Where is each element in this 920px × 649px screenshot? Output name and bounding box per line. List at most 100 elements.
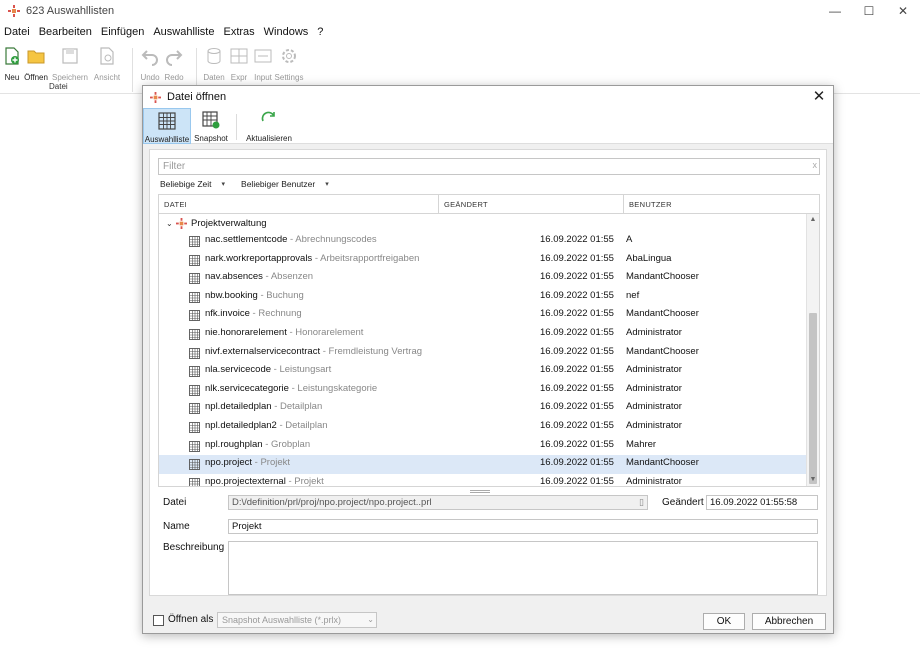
file-key: npo.project — [205, 457, 253, 469]
filter-clear-button[interactable]: x — [813, 160, 818, 170]
refresh-icon — [261, 111, 275, 122]
grid-icon — [189, 236, 200, 247]
dialog-close-button[interactable]: ✕ — [811, 89, 827, 105]
column-header-benutzer[interactable]: BENUTZER — [623, 195, 819, 214]
scroll-down-arrow[interactable]: ▼ — [807, 474, 819, 486]
beschreibung-field[interactable] — [228, 541, 818, 595]
open-as-select[interactable]: Snapshot Auswahlliste (*.prlx) ⌄ — [217, 612, 377, 628]
table-row[interactable]: nivf.externalservicecontract - Fremdleis… — [159, 344, 806, 363]
preview-button[interactable]: Ansicht — [94, 46, 120, 82]
file-name: npo.projectexternal - Projekt — [205, 476, 324, 486]
file-name: npo.project - Projekt — [205, 457, 290, 468]
menu-auswahlliste[interactable]: Auswahlliste — [153, 26, 214, 38]
datei-path-field[interactable]: D:\/definition/prl/proj/npo.project/npo.… — [228, 495, 648, 510]
app-titlebar: 623 Auswahllisten — ☐ ✕ — [0, 0, 920, 22]
minimize-button[interactable]: — — [818, 0, 852, 22]
menu-extras[interactable]: Extras — [223, 26, 254, 38]
column-header-geaendert[interactable]: GEÄNDERT — [438, 195, 623, 214]
time-filter-dropdown[interactable]: Beliebige Zeit ▾ — [160, 179, 225, 189]
grid-scrollbar[interactable]: ▲ ▼ — [806, 214, 819, 486]
splitter-handle[interactable] — [470, 490, 490, 493]
file-name: npl.detailedplan - Detailplan — [205, 401, 322, 412]
file-description: - Grobplan — [262, 438, 311, 450]
file-user: Administrator — [626, 401, 682, 413]
menu-datei[interactable]: Datei — [4, 26, 30, 38]
grid-icon — [189, 440, 200, 452]
user-filter-dropdown[interactable]: Beliebiger Benutzer ▾ — [241, 179, 329, 189]
file-name: nbw.booking - Buchung — [205, 290, 304, 301]
group-row-projektverwaltung[interactable]: ⌄ Projektverwaltung — [159, 214, 806, 232]
menu-help[interactable]: ? — [317, 26, 323, 38]
ok-button[interactable]: OK — [703, 613, 745, 630]
table-row[interactable]: nark.workreportapprovals - Arbeitsrappor… — [159, 251, 806, 270]
grid-icon — [189, 310, 200, 322]
chevron-down-icon: ⌄ — [367, 615, 374, 624]
ribbon-separator — [132, 48, 133, 92]
refresh-button[interactable]: Aktualisieren — [243, 108, 295, 144]
table-row[interactable]: nlk.servicecategorie - Leistungskategori… — [159, 381, 806, 400]
cancel-button[interactable]: Abbrechen — [752, 613, 826, 630]
save-button[interactable]: Speichern — [52, 46, 88, 82]
table-row[interactable]: nla.servicecode - Leistungsart 16.09.2022… — [159, 362, 806, 381]
name-field[interactable]: Projekt — [228, 519, 818, 534]
settings-button[interactable]: Settings — [275, 46, 303, 82]
file-modified: 16.09.2022 01:55 — [540, 345, 614, 357]
expression-icon — [230, 48, 248, 64]
file-modified: 16.09.2022 01:55 — [540, 234, 614, 245]
close-window-button[interactable]: ✕ — [886, 0, 920, 22]
table-row[interactable]: nie.honorarelement - Honorarelement 16.09… — [159, 325, 806, 344]
file-description: - Absenzen — [262, 271, 314, 283]
table-row[interactable]: nbw.booking - Buchung 16.09.2022 01:55 nef — [159, 288, 806, 307]
file-key: nac.settlementcode — [205, 234, 288, 245]
menu-bearbeiten[interactable]: Bearbeiten — [39, 26, 92, 38]
grid-icon — [189, 477, 200, 486]
file-modified: 16.09.2022 01:55 — [540, 252, 614, 264]
table-row[interactable]: npl.detailedplan - Detailplan 16.09.2022 … — [159, 399, 806, 418]
grid-icon — [189, 403, 200, 415]
tab-snapshot[interactable]: Snapshot — [192, 108, 230, 144]
file-modified: 16.09.2022 01:55 — [540, 327, 614, 338]
file-name: nie.honorarelement - Honorarelement — [205, 327, 363, 338]
table-row[interactable]: npl.detailedplan2 - Detailplan 16.09.2022… — [159, 418, 806, 437]
file-user: AbaLingua — [626, 252, 672, 264]
table-row[interactable]: npo.project - Projekt 16.09.2022 01:55 Man… — [159, 455, 806, 474]
file-description: - Detailplan — [276, 420, 328, 431]
menu-einfuegen[interactable]: Einfügen — [101, 26, 144, 38]
redo-button[interactable]: Redo — [162, 46, 186, 82]
open-as-checkbox[interactable] — [153, 615, 164, 626]
file-modified: 16.09.2022 01:55 — [540, 308, 614, 320]
file-description: - Fremdleistung Vertrag — [320, 345, 423, 357]
table-row[interactable]: nav.absences - Absenzen 16.09.2022 01:55 M… — [159, 269, 806, 288]
file-description: - Projekt — [252, 457, 291, 469]
column-header-datei[interactable]: DATEI — [159, 195, 438, 214]
chevron-down-icon[interactable]: ⌄ — [166, 219, 176, 228]
file-modified: 16.09.2022 01:55 — [540, 475, 614, 487]
scroll-thumb[interactable] — [809, 313, 817, 484]
file-grid: DATEI GEÄNDERT BENUTZER ⌄ Projektverwalt… — [158, 194, 820, 487]
geaendert-field[interactable]: 16.09.2022 01:55:58 — [706, 495, 818, 510]
open-button[interactable]: Öffnen — [24, 46, 48, 82]
table-row[interactable]: nfk.invoice - Rechnung 16.09.2022 01:55 Ma… — [159, 306, 806, 325]
file-description: - Leistungsart — [271, 364, 332, 376]
filter-input[interactable] — [159, 159, 799, 174]
file-description: - Detailplan — [271, 401, 323, 413]
file-user: Mahrer — [626, 438, 657, 450]
file-key: nfk.invoice — [205, 308, 250, 320]
file-description: - Arbeitsrapportfreigaben — [312, 252, 420, 264]
scroll-up-arrow[interactable]: ▲ — [807, 214, 819, 226]
file-user: Administrator — [626, 420, 682, 431]
toolbar-separator — [236, 114, 237, 140]
table-row[interactable]: npl.roughplan - Grobplan 16.09.2022 01:55… — [159, 437, 806, 456]
file-user: Administrator — [626, 475, 682, 487]
maximize-button[interactable]: ☐ — [852, 0, 886, 22]
file-description: - Abrechnungscodes — [287, 234, 377, 245]
menu-windows[interactable]: Windows — [264, 26, 309, 38]
tab-auswahlliste[interactable]: Auswahlliste — [143, 108, 191, 144]
copy-icon[interactable]: ▯ — [639, 496, 644, 509]
chevron-down-icon: ▾ — [221, 181, 226, 188]
table-row[interactable]: nac.settlementcode - Abrechnungscodes 16.… — [159, 232, 806, 251]
table-row[interactable]: npo.projectexternal - Projekt 16.09.2022 … — [159, 474, 806, 487]
file-user: MandantChooser — [626, 271, 699, 283]
grid-icon — [189, 366, 200, 378]
file-name: nla.servicecode - Leistungsart — [205, 364, 331, 375]
